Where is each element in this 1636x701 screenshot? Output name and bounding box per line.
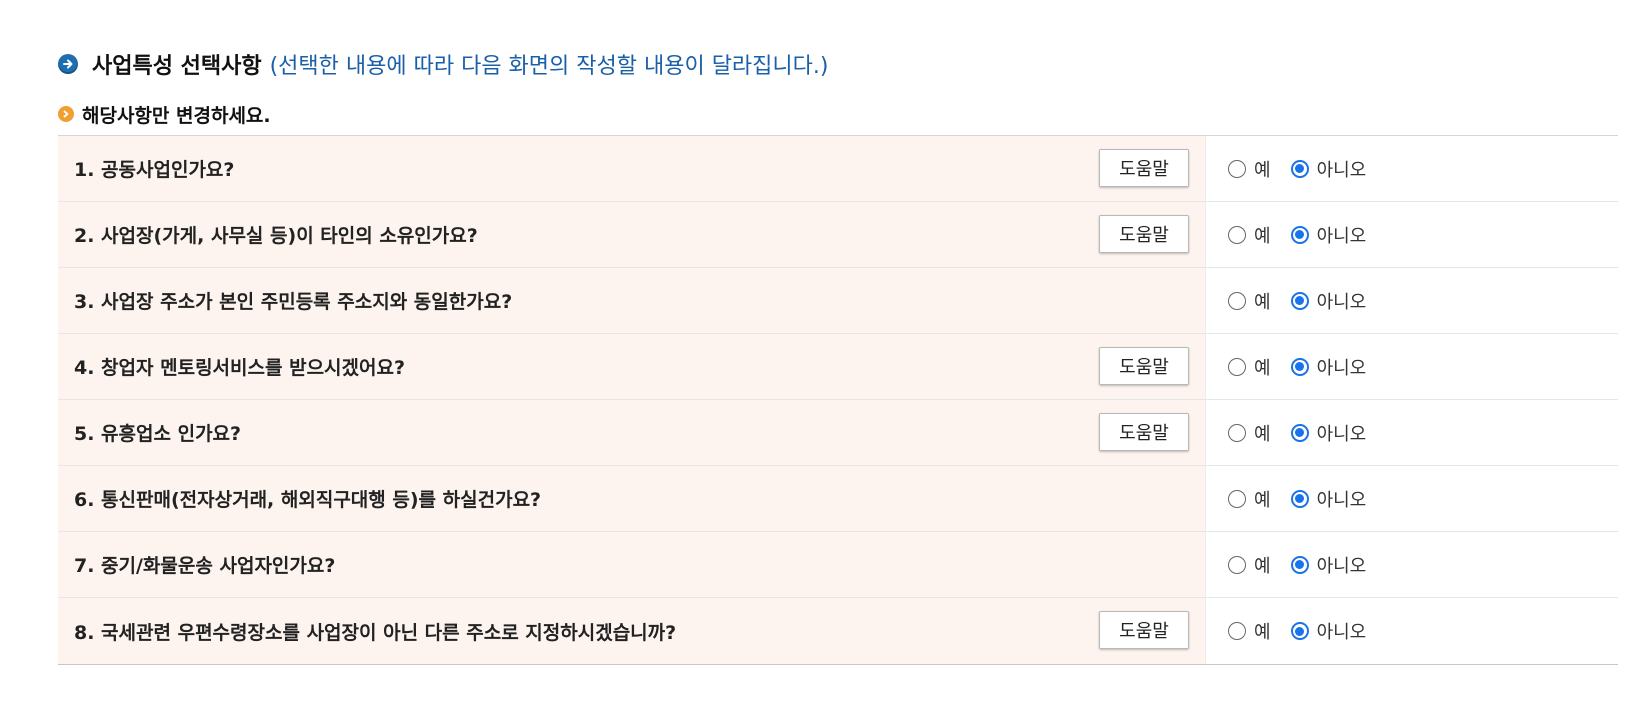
subtitle: 해당사항만 변경하세요. bbox=[82, 104, 271, 127]
yes-radio[interactable] bbox=[1228, 357, 1246, 376]
answer-cell: 예 아니오 bbox=[1205, 466, 1618, 531]
answer-cell: 예 아니오 bbox=[1205, 268, 1618, 333]
yes-radio-label: 예 bbox=[1254, 555, 1271, 577]
answer-cell: 예 아니오 bbox=[1205, 532, 1618, 597]
section-title: 사업특성 선택사항 bbox=[92, 54, 262, 79]
yes-radio-label: 예 bbox=[1254, 423, 1271, 445]
question-text: 7. 중기/화물운송 사업자인가요? bbox=[74, 555, 336, 577]
question-cell: 4. 창업자 멘토링서비스를 받으시겠어요? 도움말 bbox=[58, 334, 1205, 399]
answer-cell: 예 아니오 bbox=[1205, 400, 1618, 465]
section-title-row: 사업특성 선택사항 (선택한 내용에 따라 다음 화면의 작성할 내용이 달라집… bbox=[58, 48, 828, 80]
yes-radio[interactable] bbox=[1228, 555, 1246, 574]
question-row: 6. 통신판매(전자상거래, 해외직구대행 등)를 하실건가요? 예 아니오 bbox=[58, 466, 1618, 532]
question-row: 5. 유흥업소 인가요? 도움말 예 아니오 bbox=[58, 400, 1618, 466]
question-cell: 6. 통신판매(전자상거래, 해외직구대행 등)를 하실건가요? bbox=[58, 466, 1205, 531]
question-text: 4. 창업자 멘토링서비스를 받으시겠어요? bbox=[74, 357, 405, 379]
answer-cell: 예 아니오 bbox=[1205, 598, 1618, 664]
question-table: 1. 공동사업인가요? 도움말 예 아니오 2. 사업장(가게, 사무실 등)이 타인의… bbox=[58, 135, 1618, 665]
question-text: 6. 통신판매(전자상거래, 해외직구대행 등)를 하실건가요? bbox=[74, 489, 542, 511]
no-radio-label: 아니오 bbox=[1316, 357, 1367, 379]
yes-radio-label: 예 bbox=[1254, 489, 1271, 511]
yes-radio-option[interactable]: 예 bbox=[1228, 222, 1271, 248]
answer-cell: 예 아니오 bbox=[1205, 136, 1618, 201]
no-radio[interactable] bbox=[1290, 489, 1309, 508]
no-radio[interactable] bbox=[1290, 291, 1309, 310]
question-row: 7. 중기/화물운송 사업자인가요? 예 아니오 bbox=[58, 532, 1618, 598]
answer-cell: 예 아니오 bbox=[1205, 334, 1618, 399]
yes-radio-option[interactable]: 예 bbox=[1228, 156, 1271, 182]
no-radio[interactable] bbox=[1290, 555, 1309, 574]
yes-radio-label: 예 bbox=[1254, 159, 1271, 181]
yes-radio-label: 예 bbox=[1254, 357, 1271, 379]
yes-radio-option[interactable]: 예 bbox=[1228, 288, 1271, 314]
question-cell: 1. 공동사업인가요? 도움말 bbox=[58, 136, 1205, 201]
yes-radio-option[interactable]: 예 bbox=[1228, 354, 1271, 380]
yes-radio[interactable] bbox=[1228, 489, 1246, 508]
no-radio-label: 아니오 bbox=[1316, 489, 1367, 511]
no-radio-option[interactable]: 아니오 bbox=[1290, 222, 1367, 248]
help-button[interactable]: 도움말 bbox=[1099, 347, 1189, 385]
yes-radio[interactable] bbox=[1228, 423, 1246, 442]
question-cell: 8. 국세관련 우편수령장소를 사업장이 아닌 다른 주소로 지정하시겠습니까?… bbox=[58, 598, 1205, 664]
chevron-bullet-icon bbox=[58, 106, 74, 122]
question-row: 8. 국세관련 우편수령장소를 사업장이 아닌 다른 주소로 지정하시겠습니까?… bbox=[58, 598, 1618, 664]
question-text: 5. 유흥업소 인가요? bbox=[74, 423, 242, 445]
question-text: 2. 사업장(가게, 사무실 등)이 타인의 소유인가요? bbox=[74, 225, 478, 247]
section-note: (선택한 내용에 따라 다음 화면의 작성할 내용이 달라집니다.) bbox=[269, 54, 829, 79]
no-radio[interactable] bbox=[1290, 225, 1309, 244]
help-button[interactable]: 도움말 bbox=[1099, 413, 1189, 451]
no-radio-label: 아니오 bbox=[1316, 555, 1367, 577]
help-button[interactable]: 도움말 bbox=[1099, 215, 1189, 253]
no-radio-option[interactable]: 아니오 bbox=[1290, 354, 1367, 380]
yes-radio-label: 예 bbox=[1254, 225, 1271, 247]
no-radio-option[interactable]: 아니오 bbox=[1290, 618, 1367, 644]
no-radio-option[interactable]: 아니오 bbox=[1290, 288, 1367, 314]
question-cell: 7. 중기/화물운송 사업자인가요? bbox=[58, 532, 1205, 597]
question-text: 8. 국세관련 우편수령장소를 사업장이 아닌 다른 주소로 지정하시겠습니까? bbox=[74, 621, 677, 644]
help-button[interactable]: 도움말 bbox=[1099, 149, 1189, 187]
question-cell: 3. 사업장 주소가 본인 주민등록 주소지와 동일한가요? bbox=[58, 268, 1205, 333]
question-row: 1. 공동사업인가요? 도움말 예 아니오 bbox=[58, 136, 1618, 202]
yes-radio-label: 예 bbox=[1254, 622, 1271, 643]
no-radio[interactable] bbox=[1290, 159, 1309, 178]
yes-radio-option[interactable]: 예 bbox=[1228, 552, 1271, 578]
no-radio-label: 아니오 bbox=[1316, 291, 1367, 313]
no-radio-option[interactable]: 아니오 bbox=[1290, 156, 1367, 182]
question-cell: 5. 유흥업소 인가요? 도움말 bbox=[58, 400, 1205, 465]
no-radio-option[interactable]: 아니오 bbox=[1290, 552, 1367, 578]
no-radio-label: 아니오 bbox=[1316, 423, 1367, 445]
no-radio[interactable] bbox=[1290, 622, 1309, 640]
yes-radio-option[interactable]: 예 bbox=[1228, 486, 1271, 512]
yes-radio[interactable] bbox=[1228, 291, 1246, 310]
question-row: 3. 사업장 주소가 본인 주민등록 주소지와 동일한가요? 예 아니오 bbox=[58, 268, 1618, 334]
no-radio-option[interactable]: 아니오 bbox=[1290, 486, 1367, 512]
no-radio[interactable] bbox=[1290, 423, 1309, 442]
yes-radio-option[interactable]: 예 bbox=[1228, 420, 1271, 446]
no-radio[interactable] bbox=[1290, 357, 1309, 376]
no-radio-label: 아니오 bbox=[1316, 159, 1367, 181]
question-text: 1. 공동사업인가요? bbox=[74, 159, 235, 181]
no-radio-option[interactable]: 아니오 bbox=[1290, 420, 1367, 446]
question-text: 3. 사업장 주소가 본인 주민등록 주소지와 동일한가요? bbox=[74, 291, 513, 313]
yes-radio[interactable] bbox=[1228, 225, 1246, 244]
subtitle-row: 해당사항만 변경하세요. bbox=[58, 102, 271, 127]
no-radio-label: 아니오 bbox=[1316, 622, 1367, 643]
yes-radio[interactable] bbox=[1228, 622, 1246, 640]
question-cell: 2. 사업장(가게, 사무실 등)이 타인의 소유인가요? 도움말 bbox=[58, 202, 1205, 267]
question-row: 2. 사업장(가게, 사무실 등)이 타인의 소유인가요? 도움말 예 아니오 bbox=[58, 202, 1618, 268]
no-radio-label: 아니오 bbox=[1316, 225, 1367, 247]
arrow-right-circle-icon bbox=[58, 54, 78, 74]
yes-radio[interactable] bbox=[1228, 159, 1246, 178]
yes-radio-option[interactable]: 예 bbox=[1228, 618, 1271, 644]
answer-cell: 예 아니오 bbox=[1205, 202, 1618, 267]
help-button[interactable]: 도움말 bbox=[1099, 611, 1189, 649]
question-row: 4. 창업자 멘토링서비스를 받으시겠어요? 도움말 예 아니오 bbox=[58, 334, 1618, 400]
yes-radio-label: 예 bbox=[1254, 291, 1271, 313]
